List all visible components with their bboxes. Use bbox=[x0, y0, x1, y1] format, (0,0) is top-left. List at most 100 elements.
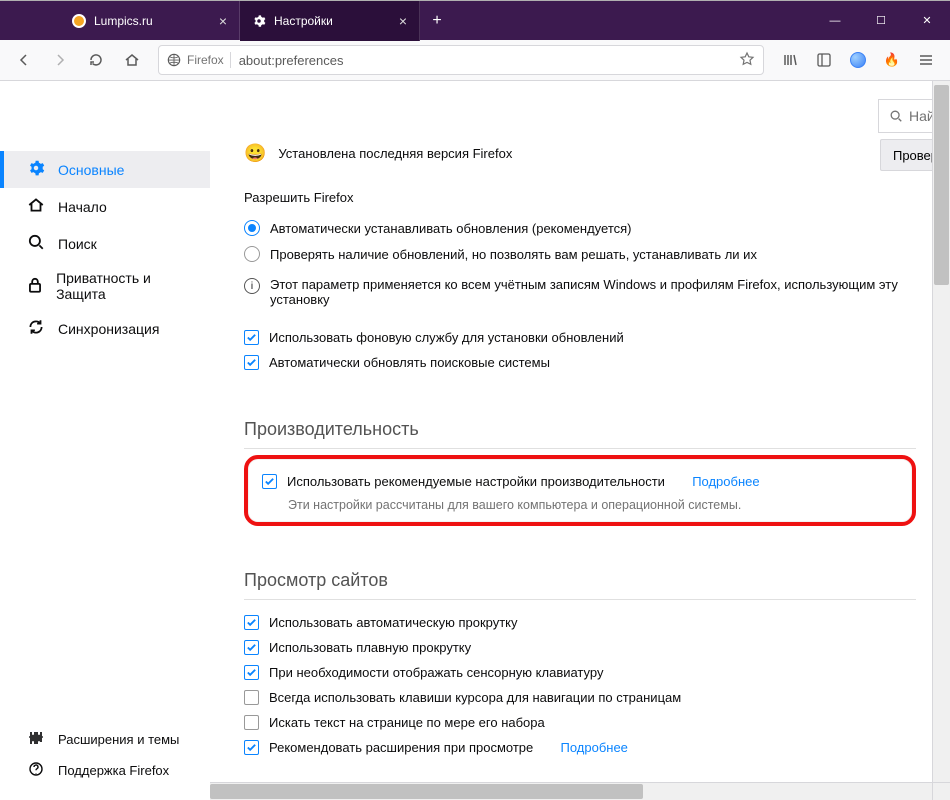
checkbox-label: Всегда использовать клавиши курсора для … bbox=[269, 690, 681, 705]
separator bbox=[230, 52, 231, 68]
horizontal-scrollbar[interactable] bbox=[210, 782, 932, 800]
radio-label: Проверять наличие обновлений, но позволя… bbox=[270, 247, 757, 262]
scrollbar-thumb[interactable] bbox=[934, 85, 949, 285]
sidebar-item-label: Начало bbox=[58, 199, 107, 215]
checkbox-icon bbox=[244, 690, 259, 705]
checkbox-bg-service[interactable]: Использовать фоновую службу для установк… bbox=[244, 325, 916, 350]
checkbox-icon bbox=[244, 615, 259, 630]
window-close-button[interactable]: ✕ bbox=[904, 1, 950, 40]
sidebar-item-sync[interactable]: Синхронизация bbox=[0, 310, 210, 347]
profile-button[interactable] bbox=[842, 44, 874, 76]
radio-manual-update[interactable]: Проверять наличие обновлений, но позволя… bbox=[244, 241, 916, 267]
checkbox-typeahead-find[interactable]: Искать текст на странице по мере его наб… bbox=[244, 710, 916, 735]
sidebar-item-privacy[interactable]: Приватность и Защита bbox=[0, 262, 210, 310]
checkbox-icon bbox=[244, 330, 259, 345]
back-button[interactable] bbox=[8, 44, 40, 76]
forward-button[interactable] bbox=[44, 44, 76, 76]
window-minimize-button[interactable]: — bbox=[812, 1, 858, 40]
checkbox-autoscroll[interactable]: Использовать автоматическую прокрутку bbox=[244, 610, 916, 635]
sidebar-item-label: Синхронизация bbox=[58, 321, 159, 337]
sidebar-item-label: Расширения и темы bbox=[58, 732, 179, 747]
sidebar-item-home[interactable]: Начало bbox=[0, 188, 210, 225]
sidebar-item-label: Поддержка Firefox bbox=[58, 763, 169, 778]
tab-strip: Lumpics.ru × Настройки × + bbox=[0, 1, 812, 40]
update-radio-group: Автоматически устанавливать обновления (… bbox=[244, 215, 916, 267]
scrollbar-thumb[interactable] bbox=[210, 784, 643, 799]
sidebar-item-general[interactable]: Основные bbox=[0, 151, 210, 188]
tab-settings[interactable]: Настройки × bbox=[240, 1, 420, 41]
checkbox-touch-keyboard[interactable]: При необходимости отображать сенсорную к… bbox=[244, 660, 916, 685]
content: Основные Начало Поиск Приватность и Защи… bbox=[0, 81, 950, 800]
checkbox-icon bbox=[244, 715, 259, 730]
lock-icon bbox=[26, 276, 44, 297]
close-icon[interactable]: × bbox=[219, 14, 227, 28]
extension-icon[interactable]: 🔥 bbox=[876, 44, 908, 76]
checkbox-label: Искать текст на странице по мере его наб… bbox=[269, 715, 545, 730]
sidebar-item-label: Приватность и Защита bbox=[56, 270, 190, 302]
info-icon: i bbox=[244, 278, 260, 294]
checkbox-label: Рекомендовать расширения при просмотре bbox=[269, 740, 533, 755]
performance-highlight: Использовать рекомендуемые настройки про… bbox=[244, 455, 916, 526]
sidebar-item-addons[interactable]: Расширения и темы bbox=[0, 724, 210, 755]
checkbox-icon bbox=[244, 665, 259, 680]
checkbox-update-engines[interactable]: Автоматически обновлять поисковые систем… bbox=[244, 350, 916, 375]
settings-sidebar: Основные Начало Поиск Приватность и Защи… bbox=[0, 81, 210, 800]
tab-lumpics[interactable]: Lumpics.ru × bbox=[60, 1, 240, 41]
checkbox-label: Использовать автоматическую прокрутку bbox=[269, 615, 518, 630]
nav-toolbar: Firefox about:preferences 🔥 bbox=[0, 40, 950, 81]
checkbox-recommended-perf[interactable]: Использовать рекомендуемые настройки про… bbox=[262, 469, 898, 494]
new-tab-button[interactable]: + bbox=[420, 1, 454, 40]
learn-more-link[interactable]: Подробнее bbox=[692, 474, 759, 489]
reload-button[interactable] bbox=[80, 44, 112, 76]
window-maximize-button[interactable]: ☐ bbox=[858, 1, 904, 40]
sidebar-item-label: Поиск bbox=[58, 236, 97, 252]
checkbox-label: Использовать плавную прокрутку bbox=[269, 640, 471, 655]
update-status-row: 😀 Установлена последняя версия Firefox bbox=[244, 81, 916, 164]
learn-more-link[interactable]: Подробнее bbox=[560, 740, 627, 755]
tab-label: Lumpics.ru bbox=[94, 14, 153, 28]
app-menu-button[interactable] bbox=[910, 44, 942, 76]
puzzle-icon bbox=[26, 730, 46, 749]
checkbox-smooth-scroll[interactable]: Использовать плавную прокрутку bbox=[244, 635, 916, 660]
checkbox-icon bbox=[244, 355, 259, 370]
radio-auto-update[interactable]: Автоматически устанавливать обновления (… bbox=[244, 215, 916, 241]
vertical-scrollbar[interactable] bbox=[932, 81, 950, 782]
checkbox-icon bbox=[262, 474, 277, 489]
close-icon[interactable]: × bbox=[399, 14, 407, 28]
checkbox-label: Использовать рекомендуемые настройки про… bbox=[287, 474, 665, 489]
identity-label: Firefox bbox=[187, 53, 224, 67]
scroll-corner bbox=[932, 782, 950, 800]
info-text: Этот параметр применяется ко всем учётны… bbox=[270, 277, 916, 307]
update-status-text: Установлена последняя версия Firefox bbox=[278, 146, 916, 161]
update-info-row: i Этот параметр применяется ко всем учёт… bbox=[244, 267, 916, 311]
allow-firefox-label: Разрешить Firefox bbox=[244, 190, 916, 205]
bookmark-star-icon[interactable] bbox=[739, 51, 755, 70]
checkbox-caret-browsing[interactable]: Всегда использовать клавиши курсора для … bbox=[244, 685, 916, 710]
checkbox-icon bbox=[244, 640, 259, 655]
identity-box[interactable]: Firefox bbox=[167, 52, 231, 68]
checkbox-recommend-extensions[interactable]: Рекомендовать расширения при просмотре П… bbox=[244, 735, 916, 760]
sidebar-item-support[interactable]: Поддержка Firefox bbox=[0, 755, 210, 786]
checkbox-label: Автоматически обновлять поисковые систем… bbox=[269, 355, 550, 370]
radio-label: Автоматически устанавливать обновления (… bbox=[270, 221, 632, 236]
url-input[interactable]: about:preferences bbox=[239, 53, 731, 68]
favicon-lumpics bbox=[72, 14, 86, 28]
settings-main: Най 😀 Установлена последняя версия Firef… bbox=[210, 81, 950, 800]
checkbox-label: Использовать фоновую службу для установк… bbox=[269, 330, 624, 345]
tab-label: Настройки bbox=[274, 14, 333, 28]
library-button[interactable] bbox=[774, 44, 806, 76]
favicon-gear bbox=[252, 14, 266, 28]
toolbar-right: 🔥 bbox=[774, 44, 942, 76]
url-bar[interactable]: Firefox about:preferences bbox=[158, 45, 764, 75]
titlebar: Lumpics.ru × Настройки × + — ☐ ✕ bbox=[0, 0, 950, 40]
radio-icon bbox=[244, 220, 260, 236]
home-button[interactable] bbox=[116, 44, 148, 76]
sidebar-item-search[interactable]: Поиск bbox=[0, 225, 210, 262]
section-title-performance: Производительность bbox=[244, 419, 916, 449]
sidebar-button[interactable] bbox=[808, 44, 840, 76]
sync-icon bbox=[26, 318, 46, 339]
section-title-browsing: Просмотр сайтов bbox=[244, 570, 916, 600]
firefox-icon bbox=[167, 53, 181, 67]
radio-icon bbox=[244, 246, 260, 262]
emoji-icon: 😀 bbox=[244, 143, 266, 164]
